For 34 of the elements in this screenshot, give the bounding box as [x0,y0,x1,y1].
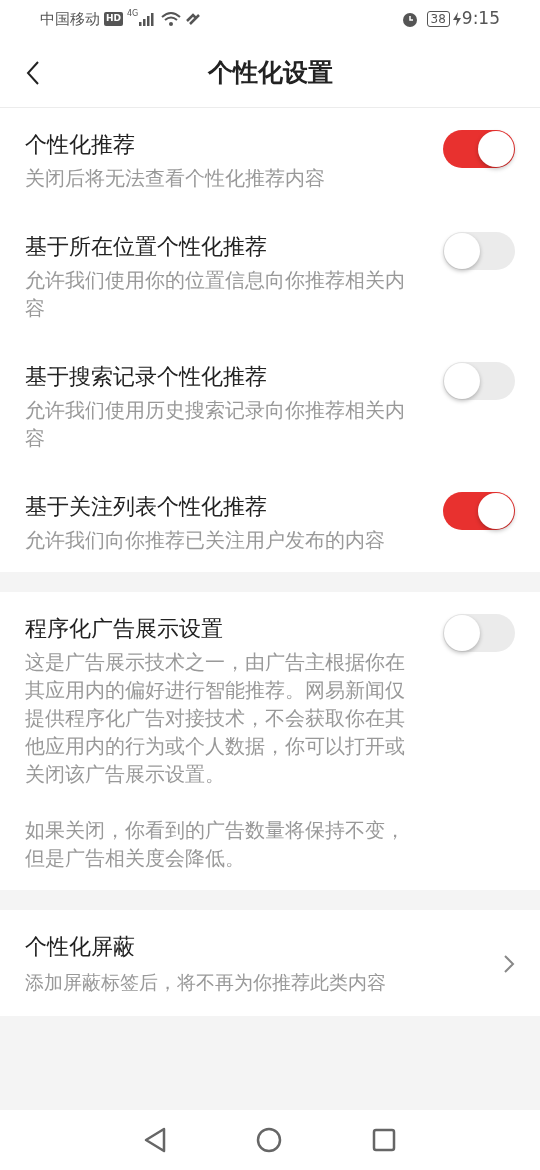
setting-title: 个性化屏蔽 [25,933,136,961]
network-text: 4G [127,8,139,20]
toggle-switch[interactable] [443,232,515,270]
alarm-icon [400,10,419,28]
setting-description: 这是广告展示技术之一，由广告主根据你在其应用内的偏好进行智能推荐。网易新闻仅提供程序化广告对接技术，不会获取你在其他应用内的行为或个人数据，你可以打开或关闭该广告展示设置。 [25,649,406,788]
battery-indicator: 38 [426,11,450,27]
toggle-switch[interactable] [443,614,515,652]
page-title: 个性化设置 [207,56,333,89]
back-icon[interactable] [144,1127,166,1153]
toggle-switch[interactable] [443,492,515,530]
setting-description: 关闭后将无法查看个性化推荐内容 [25,165,326,192]
charging-icon [452,12,461,26]
home-icon[interactable] [256,1127,282,1153]
setting-description: 允许我们使用历史搜索记录向你推荐相关内容 [25,397,406,452]
setting-description: 允许我们使用你的位置信息向你推荐相关内容 [25,267,406,322]
setting-description: 允许我们向你推荐已关注用户发布的内容 [25,527,386,554]
toggle-switch[interactable] [443,362,515,400]
clock-text: 9:15 [461,7,500,31]
blocking-settings-row[interactable]: 个性化屏蔽 添加屏蔽标签后，将不再为你推荐此类内容 [0,910,540,1016]
recents-icon[interactable] [372,1128,396,1152]
chevron-right-icon [503,954,515,974]
wifi-icon [161,11,182,27]
setting-title: 基于关注列表个性化推荐 [25,493,268,521]
link-icon [185,12,202,26]
setting-title: 个性化推荐 [25,131,136,159]
carrier-text: 中国移动 [40,8,100,30]
setting-description: 添加屏蔽标签后，将不再为你推荐此类内容 [25,970,386,995]
setting-title: 程序化广告展示设置 [25,615,224,643]
setting-title: 基于所在位置个性化推荐 [25,233,268,261]
hd-badge: HD [104,12,123,26]
setting-title: 基于搜索记录个性化推荐 [25,363,268,391]
signal-icon [139,12,156,26]
setting-note: 如果关闭，你看到的广告数量将保持不变，但是广告相关度会降低。 [25,817,406,872]
toggle-switch[interactable] [443,130,515,168]
